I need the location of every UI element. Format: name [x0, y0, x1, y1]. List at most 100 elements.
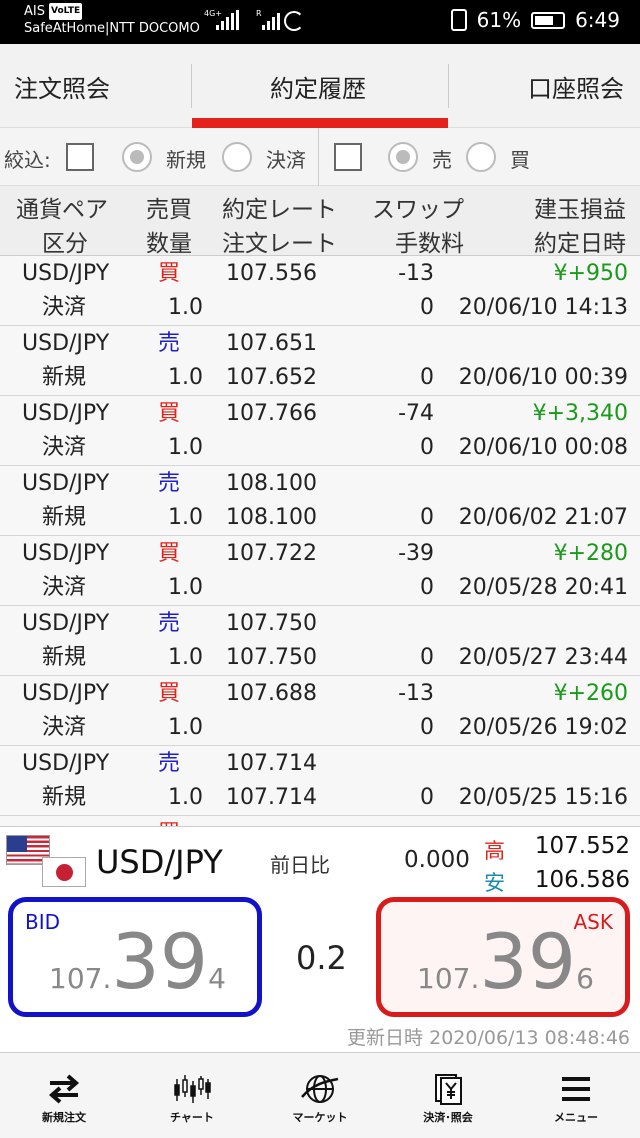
nav-new-order-label: 新規注文 — [42, 1111, 86, 1124]
execution-list[interactable]: USD/JPY 買 107.556 -13 ¥+950 決済 1.0 0 20/06/10 14… — [0, 256, 640, 826]
filter-new-radio[interactable] — [122, 142, 152, 172]
prev-change-value: 0.000 — [404, 847, 470, 873]
nav-market-label: マーケット — [292, 1111, 348, 1124]
row-side: 売 — [158, 611, 181, 636]
bid-price-prefix: 107. — [49, 962, 112, 995]
row-exec-rate: 107.556 — [226, 261, 317, 286]
row-datetime: 20/06/02 21:07 — [458, 505, 628, 530]
row-exec-rate: 107.688 — [226, 681, 317, 706]
row-fee: 0 — [420, 575, 434, 600]
signal-strength-icon — [216, 10, 239, 30]
row-qty: 1.0 — [168, 365, 203, 390]
low-value: 106.586 — [534, 867, 630, 893]
row-pair: USD/JPY — [22, 401, 110, 426]
row-order-rate: 107.750 — [226, 645, 317, 670]
row-swap: -13 — [398, 261, 434, 286]
filter-sell-radio[interactable] — [388, 142, 418, 172]
nav-new-order[interactable]: 新規注文 — [0, 1053, 128, 1138]
tab-execution-history[interactable]: 約定履歴 — [270, 44, 366, 128]
row-fee: 0 — [420, 435, 434, 460]
nav-menu-label: メニュー — [554, 1111, 598, 1124]
nav-market[interactable]: マーケット — [256, 1053, 384, 1138]
header-datetime: 約定日時 — [534, 231, 626, 257]
quote-panel: USD/JPY 前日比 0.000 高 安 107.552 106.586 BI… — [0, 826, 640, 1052]
ask-button[interactable]: ASK 107.396 — [376, 897, 630, 1017]
row-pair: USD/JPY — [22, 541, 110, 566]
table-row[interactable]: USD/JPY 買 107.688 -13 ¥+260 決済 1.0 0 20/05/26 19… — [0, 676, 640, 746]
table-row[interactable]: USD/JPY 売 107.651 新規 1.0 107.652 0 20/06/10 00:… — [0, 326, 640, 396]
status-right: 61% 6:49 — [450, 8, 620, 32]
filter-divider — [318, 128, 319, 186]
bid-price: 107.394 — [49, 924, 226, 1000]
quote-pair[interactable]: USD/JPY — [96, 843, 223, 881]
row-type: 新規 — [42, 645, 87, 670]
tab-account-inquiry[interactable]: 口座照会 — [528, 44, 624, 128]
row-datetime: 20/05/28 20:41 — [458, 575, 628, 600]
row-side: 売 — [158, 751, 181, 776]
row-fee: 0 — [420, 715, 434, 740]
table-row[interactable]: USD/JPY 買 107.722 -39 ¥+280 決済 1.0 0 20/05/28 20… — [0, 536, 640, 606]
carrier-name: AIS — [24, 4, 45, 19]
filter-side-checkbox[interactable] — [334, 143, 362, 171]
row-pl: ¥+280 — [553, 541, 628, 566]
row-qty: 1.0 — [168, 505, 203, 530]
row-datetime: 20/05/26 19:02 — [458, 715, 628, 740]
row-datetime: 20/06/10 14:13 — [458, 295, 628, 320]
header-exec-rate: 約定レート — [222, 197, 337, 223]
ask-price-pips: 39 — [479, 917, 577, 1006]
filter-new-label: 新規 — [166, 148, 206, 172]
row-exec-rate: 107.750 — [226, 611, 317, 636]
japan-flag-icon — [42, 857, 86, 887]
bottom-nav: 新規注文 チャート マーケット 決済･照会 メニュー — [0, 1052, 640, 1138]
row-side: 売 — [158, 471, 181, 496]
nav-menu[interactable]: メニュー — [512, 1053, 640, 1138]
table-row[interactable]: USD/JPY 売 107.714 新規 1.0 107.714 0 20/05/25 15:… — [0, 746, 640, 816]
filter-buy-radio[interactable] — [466, 142, 496, 172]
row-swap: -39 — [398, 541, 434, 566]
row-pair: USD/JPY — [22, 471, 110, 496]
row-fee: 0 — [420, 295, 434, 320]
row-type: 新規 — [42, 505, 87, 530]
header-order-rate: 注文レート — [222, 231, 337, 257]
table-row[interactable]: USD/JPY 売 107.750 新規 1.0 107.750 0 20/05/27 23:… — [0, 606, 640, 676]
row-fee: 0 — [420, 505, 434, 530]
row-pair: USD/JPY — [22, 751, 110, 776]
row-order-rate: 108.100 — [226, 505, 317, 530]
table-row[interactable]: 買 — [0, 816, 640, 826]
roaming-tag: R — [256, 9, 262, 18]
ask-price-prefix: 107. — [417, 962, 480, 995]
tab-bar: 注文照会 約定履歴 口座照会 — [0, 44, 640, 128]
row-qty: 1.0 — [168, 295, 203, 320]
bid-button[interactable]: BID 107.394 — [8, 897, 262, 1017]
table-row[interactable]: USD/JPY 買 107.766 -74 ¥+3,340 決済 1.0 0 20/06/10 … — [0, 396, 640, 466]
filter-type-checkbox[interactable] — [66, 143, 94, 171]
row-side: 買 — [158, 681, 181, 706]
nav-chart-label: チャート — [170, 1111, 214, 1124]
filter-settle-radio[interactable] — [222, 142, 252, 172]
row-qty: 1.0 — [168, 575, 203, 600]
row-pl: ¥+950 — [553, 261, 628, 286]
header-fee: 手数料 — [395, 231, 464, 257]
row-pl: ¥+3,340 — [532, 401, 628, 426]
row-type: 新規 — [42, 785, 87, 810]
row-qty: 1.0 — [168, 435, 203, 460]
table-row[interactable]: USD/JPY 売 108.100 新規 1.0 108.100 0 20/06/02 21:… — [0, 466, 640, 536]
tab-divider — [448, 64, 449, 108]
low-label: 安 — [484, 871, 505, 895]
row-pair: USD/JPY — [22, 331, 110, 356]
row-pl: ¥+260 — [553, 681, 628, 706]
tab-order-inquiry[interactable]: 注文照会 — [14, 44, 110, 128]
status-bar: AIS VoLTE SafeAtHome|NTT DOCOMO 4G+ R 61%… — [0, 0, 640, 44]
header-pair: 通貨ペア — [16, 197, 108, 223]
table-row[interactable]: USD/JPY 買 107.556 -13 ¥+950 決済 1.0 0 20/06/10 14… — [0, 256, 640, 326]
filter-settle-label: 決済 — [266, 148, 306, 172]
updated-at: 更新日時 2020/06/13 08:48:46 — [347, 1023, 630, 1050]
row-exec-rate: 107.714 — [226, 751, 317, 776]
row-type: 決済 — [42, 295, 87, 320]
row-side: 売 — [158, 331, 181, 356]
prev-change-label: 前日比 — [270, 853, 330, 877]
nav-chart[interactable]: チャート — [128, 1053, 256, 1138]
header-type: 区分 — [42, 231, 88, 257]
nav-settle-inquiry[interactable]: 決済･照会 — [384, 1053, 512, 1138]
row-side: 買 — [158, 541, 181, 566]
